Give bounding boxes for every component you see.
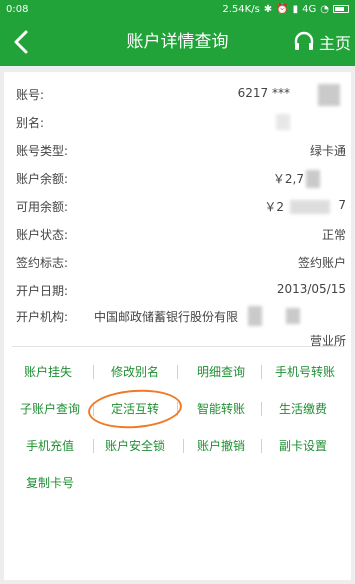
headset-icon xyxy=(294,31,314,50)
redaction-blur xyxy=(276,114,290,130)
separator xyxy=(183,439,184,453)
separator xyxy=(261,439,262,453)
detail-label: 账号: xyxy=(16,88,45,102)
alarm-icon: ⏰ xyxy=(276,3,289,15)
network-speed: 2.54K/s xyxy=(222,3,260,15)
wifi-icon: ◔ xyxy=(320,3,329,15)
smart-transfer-button[interactable]: 智能转账 xyxy=(197,397,245,421)
detail-row-available-balance: 可用余额: ￥2 7 xyxy=(16,198,346,218)
secondary-card-settings-button[interactable]: 副卡设置 xyxy=(279,434,327,458)
sub-account-query-button[interactable]: 子账户查询 xyxy=(20,397,80,421)
transaction-query-button[interactable]: 明细查询 xyxy=(197,360,245,384)
separator xyxy=(93,402,94,416)
detail-value: 正常 xyxy=(321,228,346,242)
detail-label: 账户状态: xyxy=(16,228,69,242)
signal-icon: ▮ xyxy=(292,3,299,15)
separator xyxy=(177,365,178,379)
rename-alias-button[interactable]: 修改别名 xyxy=(111,360,159,384)
header-bar: 账户详情查询 主页 xyxy=(0,18,355,66)
detail-value: ￥2,7 xyxy=(272,172,304,186)
detail-label: 别名: xyxy=(16,116,45,130)
separator xyxy=(261,365,262,379)
home-button[interactable]: 主页 xyxy=(293,28,351,56)
redaction-blur xyxy=(248,306,262,326)
detail-value-tail: 7 xyxy=(338,198,346,212)
status-time: 0:08 xyxy=(6,3,29,15)
detail-row-open-date: 开户日期: 2013/05/15 xyxy=(16,282,346,302)
separator xyxy=(93,439,94,453)
detail-value: 绿卡通 xyxy=(309,144,346,158)
home-label: 主页 xyxy=(318,34,351,53)
fixed-demand-transfer-button[interactable]: 定活互转 xyxy=(111,397,159,421)
detail-label: 签约标志: xyxy=(16,256,69,270)
redaction-blur xyxy=(286,308,300,324)
detail-value: ￥2 xyxy=(264,200,284,214)
divider xyxy=(12,346,343,347)
detail-label: 可用余额: xyxy=(16,200,69,214)
detail-label: 账户余额: xyxy=(16,172,69,186)
network-type: 4G xyxy=(302,3,317,15)
detail-label: 账号类型: xyxy=(16,144,69,158)
detail-row-sign-flag: 签约标志: 签约账户 xyxy=(16,254,346,274)
separator xyxy=(261,402,262,416)
battery-icon xyxy=(333,5,349,13)
bill-payment-button[interactable]: 生活缴费 xyxy=(279,397,327,421)
account-lock-button[interactable]: 账户安全锁 xyxy=(105,434,165,458)
detail-value: 签约账户 xyxy=(297,256,346,270)
detail-row-account-number: 账号: 6217 *** xyxy=(16,84,346,106)
redaction-blur xyxy=(306,170,320,188)
account-cancel-button[interactable]: 账户撤销 xyxy=(197,434,245,458)
report-loss-button[interactable]: 账户挂失 xyxy=(24,360,72,384)
phone-topup-button[interactable]: 手机充值 xyxy=(26,434,74,458)
copy-card-number-button[interactable]: 复制卡号 xyxy=(26,471,74,495)
redaction-blur xyxy=(290,200,330,214)
detail-label: 开户机构: xyxy=(16,310,69,324)
detail-row-balance: 账户余额: ￥2,7 xyxy=(16,170,346,190)
detail-label: 开户日期: xyxy=(16,284,69,298)
detail-row-alias: 别名: xyxy=(16,114,346,134)
detail-value: 中国邮政储蓄银行股份有限 xyxy=(94,310,239,324)
status-bar: 0:08 2.54K/s ✱ ⏰ ▮ 4G ◔ xyxy=(0,0,355,18)
detail-row-account-type: 账号类型: 绿卡通 xyxy=(16,142,346,162)
redaction-blur xyxy=(318,84,340,106)
detail-row-status: 账户状态: 正常 xyxy=(16,226,346,246)
separator xyxy=(177,402,178,416)
detail-value: 6217 *** xyxy=(237,86,290,100)
bluetooth-icon: ✱ xyxy=(263,3,273,15)
account-detail-card: 账号: 6217 *** 别名: 账号类型: 绿卡通 账户余额: ￥2,7 可用… xyxy=(4,72,351,580)
separator xyxy=(93,365,94,379)
detail-value: 2013/05/15 xyxy=(276,282,346,296)
phone-transfer-button[interactable]: 手机号转账 xyxy=(275,360,335,384)
